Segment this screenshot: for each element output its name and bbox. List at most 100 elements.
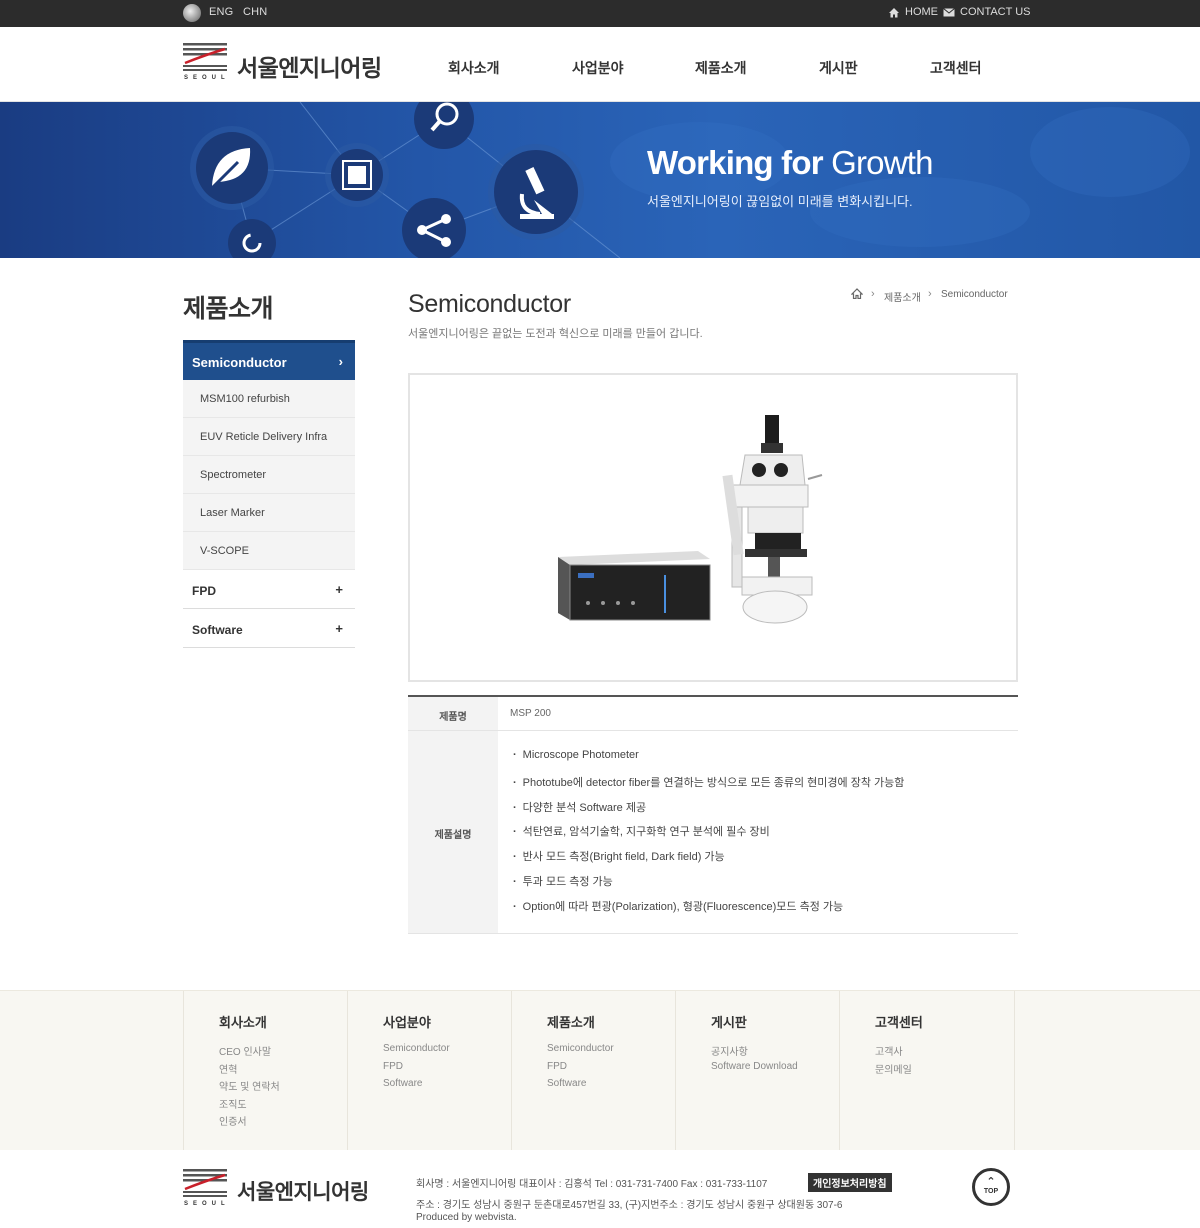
footer-link[interactable]: 공지사항 bbox=[711, 1043, 839, 1061]
microscope-icon bbox=[488, 144, 584, 240]
nav-products[interactable]: 제품소개 bbox=[695, 58, 747, 78]
list-item: 다양한 분석 Software 제공 bbox=[513, 799, 904, 824]
chip-icon bbox=[325, 143, 389, 207]
list-item: Microscope Photometer bbox=[513, 749, 904, 774]
controller-unit bbox=[558, 551, 711, 621]
logo-sub-text: SEOUL bbox=[184, 75, 230, 81]
sidebar-title: 제품소개 bbox=[183, 295, 274, 323]
footer-link[interactable]: FPD bbox=[547, 1061, 675, 1079]
home-link[interactable]: HOME bbox=[905, 6, 938, 18]
lang-chn-link[interactable]: CHN bbox=[243, 6, 267, 18]
spec-description-list: Microscope Photometer Phototube에 detecto… bbox=[513, 749, 905, 923]
page-description: 서울엔지니어링은 끝없는 도전과 혁신으로 미래를 만들어 갑니다. bbox=[408, 328, 703, 340]
refresh-icon bbox=[228, 219, 276, 258]
footer-logo-sub-text: SEOUL bbox=[184, 1201, 230, 1207]
breadcrumb-current: Semiconductor bbox=[941, 289, 1008, 300]
home-icon bbox=[889, 8, 899, 18]
site-header: SEOUL 서울엔지니어링 회사소개 사업분야 제품소개 게시판 고객센터 bbox=[0, 27, 1200, 102]
footer-link[interactable]: 약도 및 연락처 bbox=[219, 1078, 347, 1096]
footer-link[interactable]: 연혁 bbox=[219, 1061, 347, 1079]
banner-graphic bbox=[190, 102, 1190, 258]
footer-column-title[interactable]: 회사소개 bbox=[219, 1012, 347, 1031]
list-item: 반사 모드 측정(Bright field, Dark field) 가능 bbox=[513, 848, 904, 873]
leaf-icon bbox=[190, 126, 274, 210]
sidebar-item-label: Semiconductor bbox=[192, 355, 287, 370]
footer-column-company: 회사소개 CEO 인사말 연혁 약도 및 연락처 조직도 인증서 bbox=[183, 991, 347, 1151]
lang-eng-link[interactable]: ENG bbox=[209, 6, 233, 18]
spec-header-name: 제품명 bbox=[408, 697, 498, 730]
mail-icon bbox=[943, 8, 955, 17]
list-item: 투과 모드 측정 가능 bbox=[513, 873, 904, 898]
footer-info: SEOUL 서울엔지니어링 회사명 : 서울엔지니어링 대표이사 : 김홍석 T… bbox=[0, 1150, 1200, 1228]
sidebar-item-fpd[interactable]: FPD + bbox=[183, 570, 355, 609]
footer-column-title[interactable]: 게시판 bbox=[711, 1012, 839, 1031]
logo-text[interactable]: 서울엔지니어링 bbox=[237, 49, 382, 83]
plus-icon: + bbox=[335, 582, 343, 597]
footer-column-title[interactable]: 사업분야 bbox=[383, 1012, 511, 1031]
nav-board[interactable]: 게시판 bbox=[819, 58, 858, 78]
sidebar-subitem-laser-marker[interactable]: Laser Marker bbox=[183, 494, 355, 532]
top-bar: ENG CHN HOME CONTACT US bbox=[0, 0, 1200, 27]
hero-banner: Working for Growth 서울엔지니어링이 끊임없이 미래를 변화시… bbox=[0, 102, 1200, 258]
footer-link[interactable]: 문의메일 bbox=[875, 1061, 1014, 1079]
scroll-top-button[interactable]: ⌃ TOP bbox=[972, 1168, 1010, 1206]
list-item: 석탄연료, 암석기술학, 지구화학 연구 분석에 필수 장비 bbox=[513, 823, 904, 848]
footer-column-title[interactable]: 고객센터 bbox=[875, 1012, 1014, 1031]
sidebar-nav: Semiconductor › MSM100 refurbish EUV Ret… bbox=[183, 340, 355, 648]
sidebar-subitem-spectrometer[interactable]: Spectrometer bbox=[183, 456, 355, 494]
share-icon bbox=[402, 198, 466, 258]
footer-link[interactable]: Software bbox=[383, 1078, 511, 1096]
list-item: Phototube에 detector fiber를 연결하는 방식으로 모든 … bbox=[513, 774, 905, 799]
sidebar-subitem-msm100[interactable]: MSM100 refurbish bbox=[183, 380, 355, 418]
footer-link[interactable]: 인증서 bbox=[219, 1113, 347, 1131]
footer-link[interactable]: 고객사 bbox=[875, 1043, 1014, 1061]
spec-header-description: 제품설명 bbox=[408, 731, 498, 933]
privacy-policy-link[interactable]: 개인정보처리방침 bbox=[808, 1173, 892, 1192]
nav-support[interactable]: 고객센터 bbox=[930, 58, 982, 78]
sidebar-item-label: FPD bbox=[192, 584, 216, 598]
footer-column-support: 고객센터 고객사 문의메일 bbox=[839, 991, 1015, 1151]
footer-column-products: 제품소개 Semiconductor FPD Software bbox=[511, 991, 675, 1151]
sidebar-item-label: Software bbox=[192, 623, 243, 637]
footer-column-business: 사업분야 Semiconductor FPD Software bbox=[347, 991, 511, 1151]
microscope-unit bbox=[722, 415, 823, 624]
banner-title: Working for Growth bbox=[647, 144, 933, 181]
spec-row-name: 제품명 MSP 200 bbox=[408, 697, 1018, 731]
breadcrumb-home-icon[interactable] bbox=[851, 288, 863, 299]
footer-link[interactable]: Software Download bbox=[711, 1061, 839, 1079]
footer-column-board: 게시판 공지사항 Software Download bbox=[675, 991, 839, 1151]
footer-link[interactable]: CEO 인사말 bbox=[219, 1043, 347, 1061]
globe-icon bbox=[183, 4, 201, 22]
footer-link[interactable]: FPD bbox=[383, 1061, 511, 1079]
banner-subtitle: 서울엔지니어링이 끊임없이 미래를 변화시킵니다. bbox=[647, 194, 913, 209]
product-image-frame bbox=[408, 373, 1018, 682]
page-title: Semiconductor bbox=[408, 290, 571, 318]
chevron-right-icon: › bbox=[338, 354, 343, 369]
breadcrumb-separator: › bbox=[928, 288, 932, 300]
footer-link[interactable]: 조직도 bbox=[219, 1096, 347, 1114]
sidebar-subitem-euv[interactable]: EUV Reticle Delivery Infra bbox=[183, 418, 355, 456]
product-spec-table: 제품명 MSP 200 제품설명 Microscope Photometer P… bbox=[408, 695, 1018, 934]
nav-company[interactable]: 회사소개 bbox=[448, 58, 500, 78]
footer-sitemap: 회사소개 CEO 인사말 연혁 약도 및 연락처 조직도 인증서 사업분야 Se… bbox=[0, 990, 1200, 1151]
nav-business[interactable]: 사업분야 bbox=[572, 58, 624, 78]
sidebar-item-semiconductor[interactable]: Semiconductor › bbox=[183, 340, 355, 380]
footer-address: 주소 : 경기도 성남시 중원구 둔촌대로457번길 33, (구)지번주소 :… bbox=[416, 1200, 843, 1211]
contact-us-link[interactable]: CONTACT US bbox=[960, 6, 1031, 18]
footer-link[interactable]: Software bbox=[547, 1078, 675, 1096]
spec-row-description: 제품설명 Microscope Photometer Phototube에 de… bbox=[408, 731, 1018, 934]
breadcrumb-item[interactable]: 제품소개 bbox=[884, 289, 921, 304]
sidebar-item-software[interactable]: Software + bbox=[183, 609, 355, 648]
list-item: Option에 따라 편광(Polarization), 형광(Fluoresc… bbox=[513, 898, 904, 923]
sidebar-subitem-v-scope[interactable]: V-SCOPE bbox=[183, 532, 355, 570]
footer-credit: Produced by webvista. bbox=[416, 1212, 517, 1223]
footer-company-info: 회사명 : 서울엔지니어링 대표이사 : 김홍석 Tel : 031-731-7… bbox=[416, 1179, 768, 1190]
footer-link[interactable]: Semiconductor bbox=[547, 1043, 675, 1061]
scroll-top-label: TOP bbox=[983, 1188, 999, 1195]
breadcrumb-separator: › bbox=[871, 288, 875, 300]
spec-value-name: MSP 200 bbox=[510, 708, 551, 719]
footer-logo-text: 서울엔지니어링 bbox=[237, 1181, 369, 1204]
footer-link[interactable]: Semiconductor bbox=[383, 1043, 511, 1061]
footer-column-title[interactable]: 제품소개 bbox=[547, 1012, 675, 1031]
arrow-up-icon: ⌃ bbox=[986, 1176, 996, 1188]
